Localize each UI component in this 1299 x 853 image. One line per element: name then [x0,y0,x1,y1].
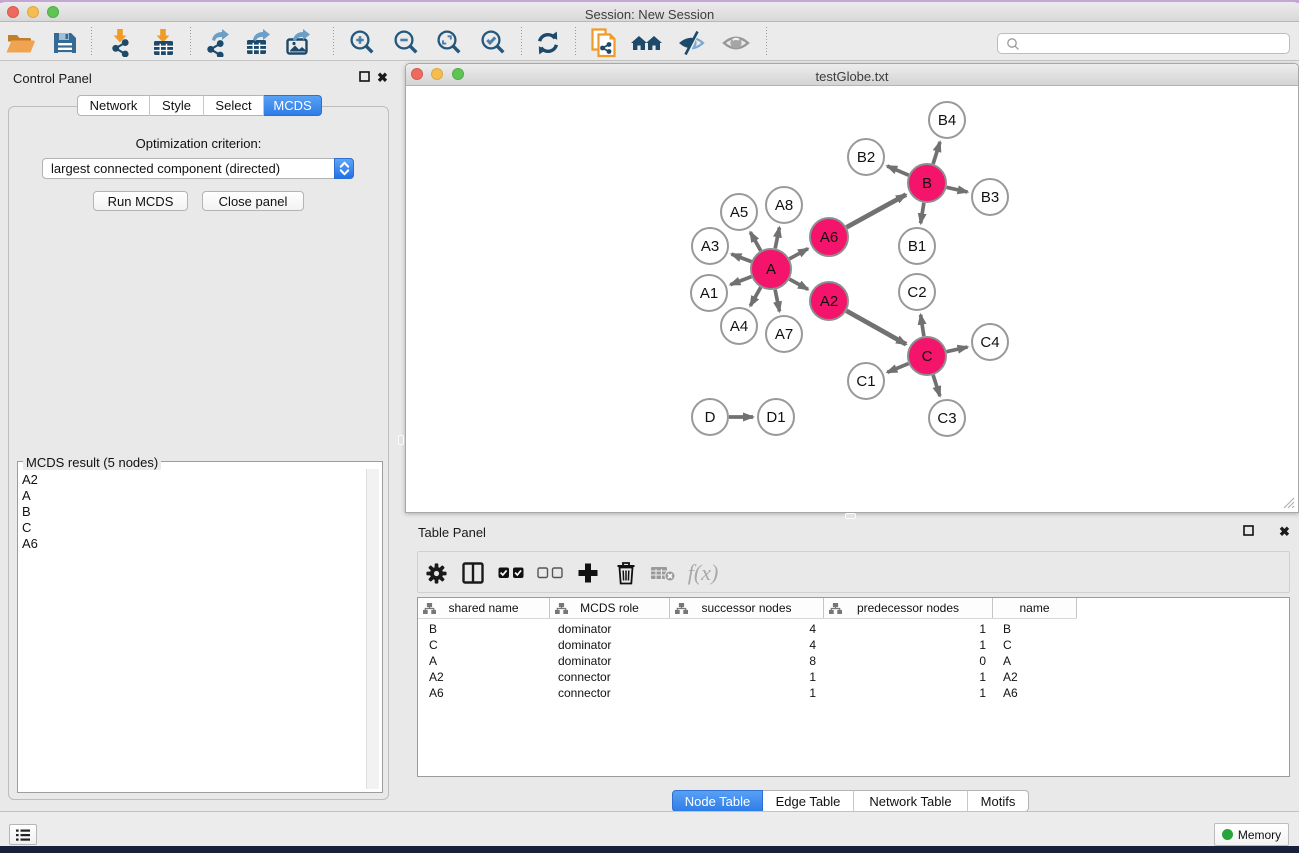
svg-text:A5: A5 [730,204,748,221]
svg-text:A6: A6 [820,229,838,246]
svg-text:C2: C2 [907,284,926,301]
svg-text:B1: B1 [908,238,926,255]
svg-text:B: B [922,175,932,192]
svg-text:C3: C3 [937,410,956,427]
svg-text:C1: C1 [856,373,875,390]
svg-text:B3: B3 [981,189,999,206]
svg-text:A4: A4 [730,318,748,335]
svg-text:A: A [766,261,776,278]
svg-text:C4: C4 [980,334,999,351]
svg-text:A8: A8 [775,197,793,214]
svg-text:C: C [922,348,933,365]
svg-text:D1: D1 [766,409,785,426]
svg-text:A7: A7 [775,326,793,343]
svg-text:B2: B2 [857,149,875,166]
svg-text:A3: A3 [701,238,719,255]
svg-text:D: D [705,409,716,426]
svg-text:A1: A1 [700,285,718,302]
svg-text:A2: A2 [820,293,838,310]
svg-text:B4: B4 [938,112,956,129]
